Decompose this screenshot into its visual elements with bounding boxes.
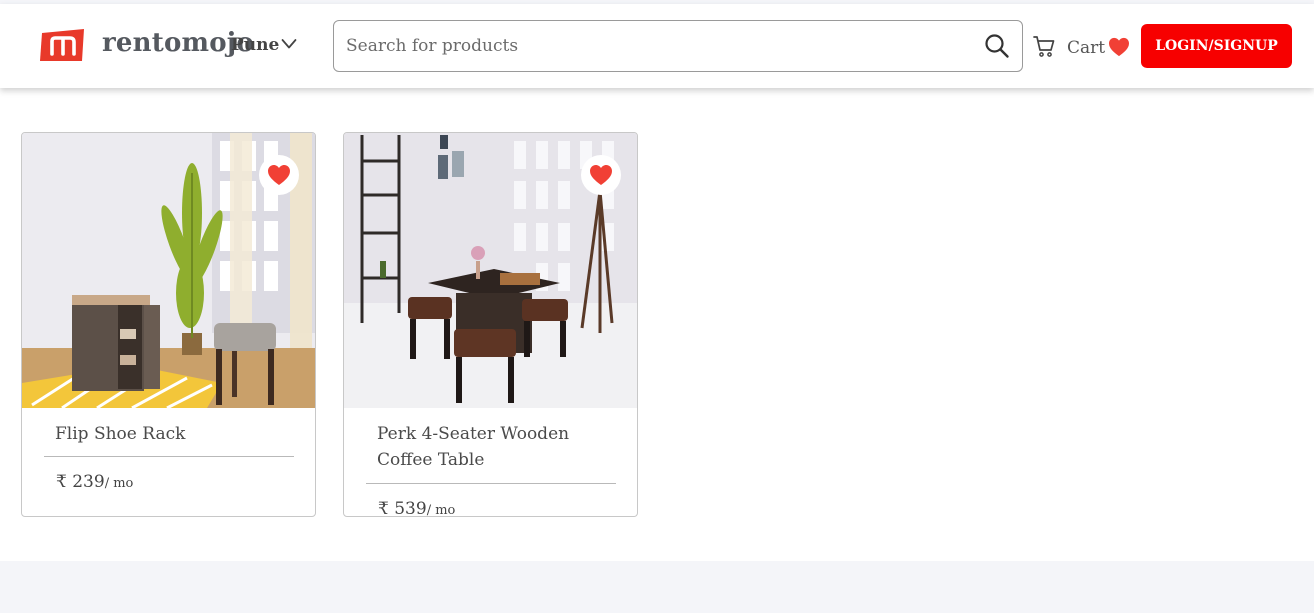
currency-symbol: ₹ (378, 499, 389, 517)
currency-symbol: ₹ (56, 472, 67, 492)
price-value: 239 (72, 472, 105, 492)
site-header: rentomojo Pune Cart LOGIN/SIGNUP (0, 4, 1314, 88)
cart-label: Cart (1067, 38, 1106, 58)
product-price: ₹ 539/ mo (378, 499, 456, 517)
cart-icon (1032, 34, 1056, 62)
product-image-coffee-table[interactable] (344, 133, 637, 408)
product-card[interactable]: Perk 4-Seater Wooden Coffee Table ₹ 539/… (343, 132, 638, 517)
heart-icon (267, 164, 291, 186)
product-title[interactable]: Perk 4-Seater Wooden Coffee Table (377, 421, 617, 473)
wishlist-button[interactable] (581, 155, 621, 195)
login-signup-button[interactable]: LOGIN/SIGNUP (1141, 24, 1292, 68)
product-price: ₹ 239/ mo (56, 472, 133, 492)
search-input[interactable] (346, 36, 984, 56)
footer-band (0, 561, 1314, 613)
chevron-down-icon (281, 35, 297, 55)
heart-icon (589, 164, 613, 186)
cart-link[interactable]: Cart (1032, 34, 1105, 62)
search-icon[interactable] (984, 33, 1010, 59)
price-period: / mo (426, 503, 456, 517)
price-period: / mo (104, 476, 134, 491)
product-title[interactable]: Flip Shoe Rack (55, 421, 295, 447)
divider (366, 483, 616, 484)
search-bar (333, 20, 1023, 72)
wishlist-button[interactable] (259, 155, 299, 195)
heart-icon[interactable] (1108, 37, 1130, 57)
divider (44, 456, 294, 457)
price-value: 539 (394, 499, 427, 517)
rentomojo-logo-icon[interactable] (40, 28, 86, 62)
city-selector[interactable]: Pune (231, 35, 297, 55)
product-image-shoe-rack[interactable] (22, 133, 315, 408)
product-card[interactable]: Flip Shoe Rack ₹ 239/ mo (21, 132, 316, 517)
city-label: Pune (231, 35, 280, 55)
